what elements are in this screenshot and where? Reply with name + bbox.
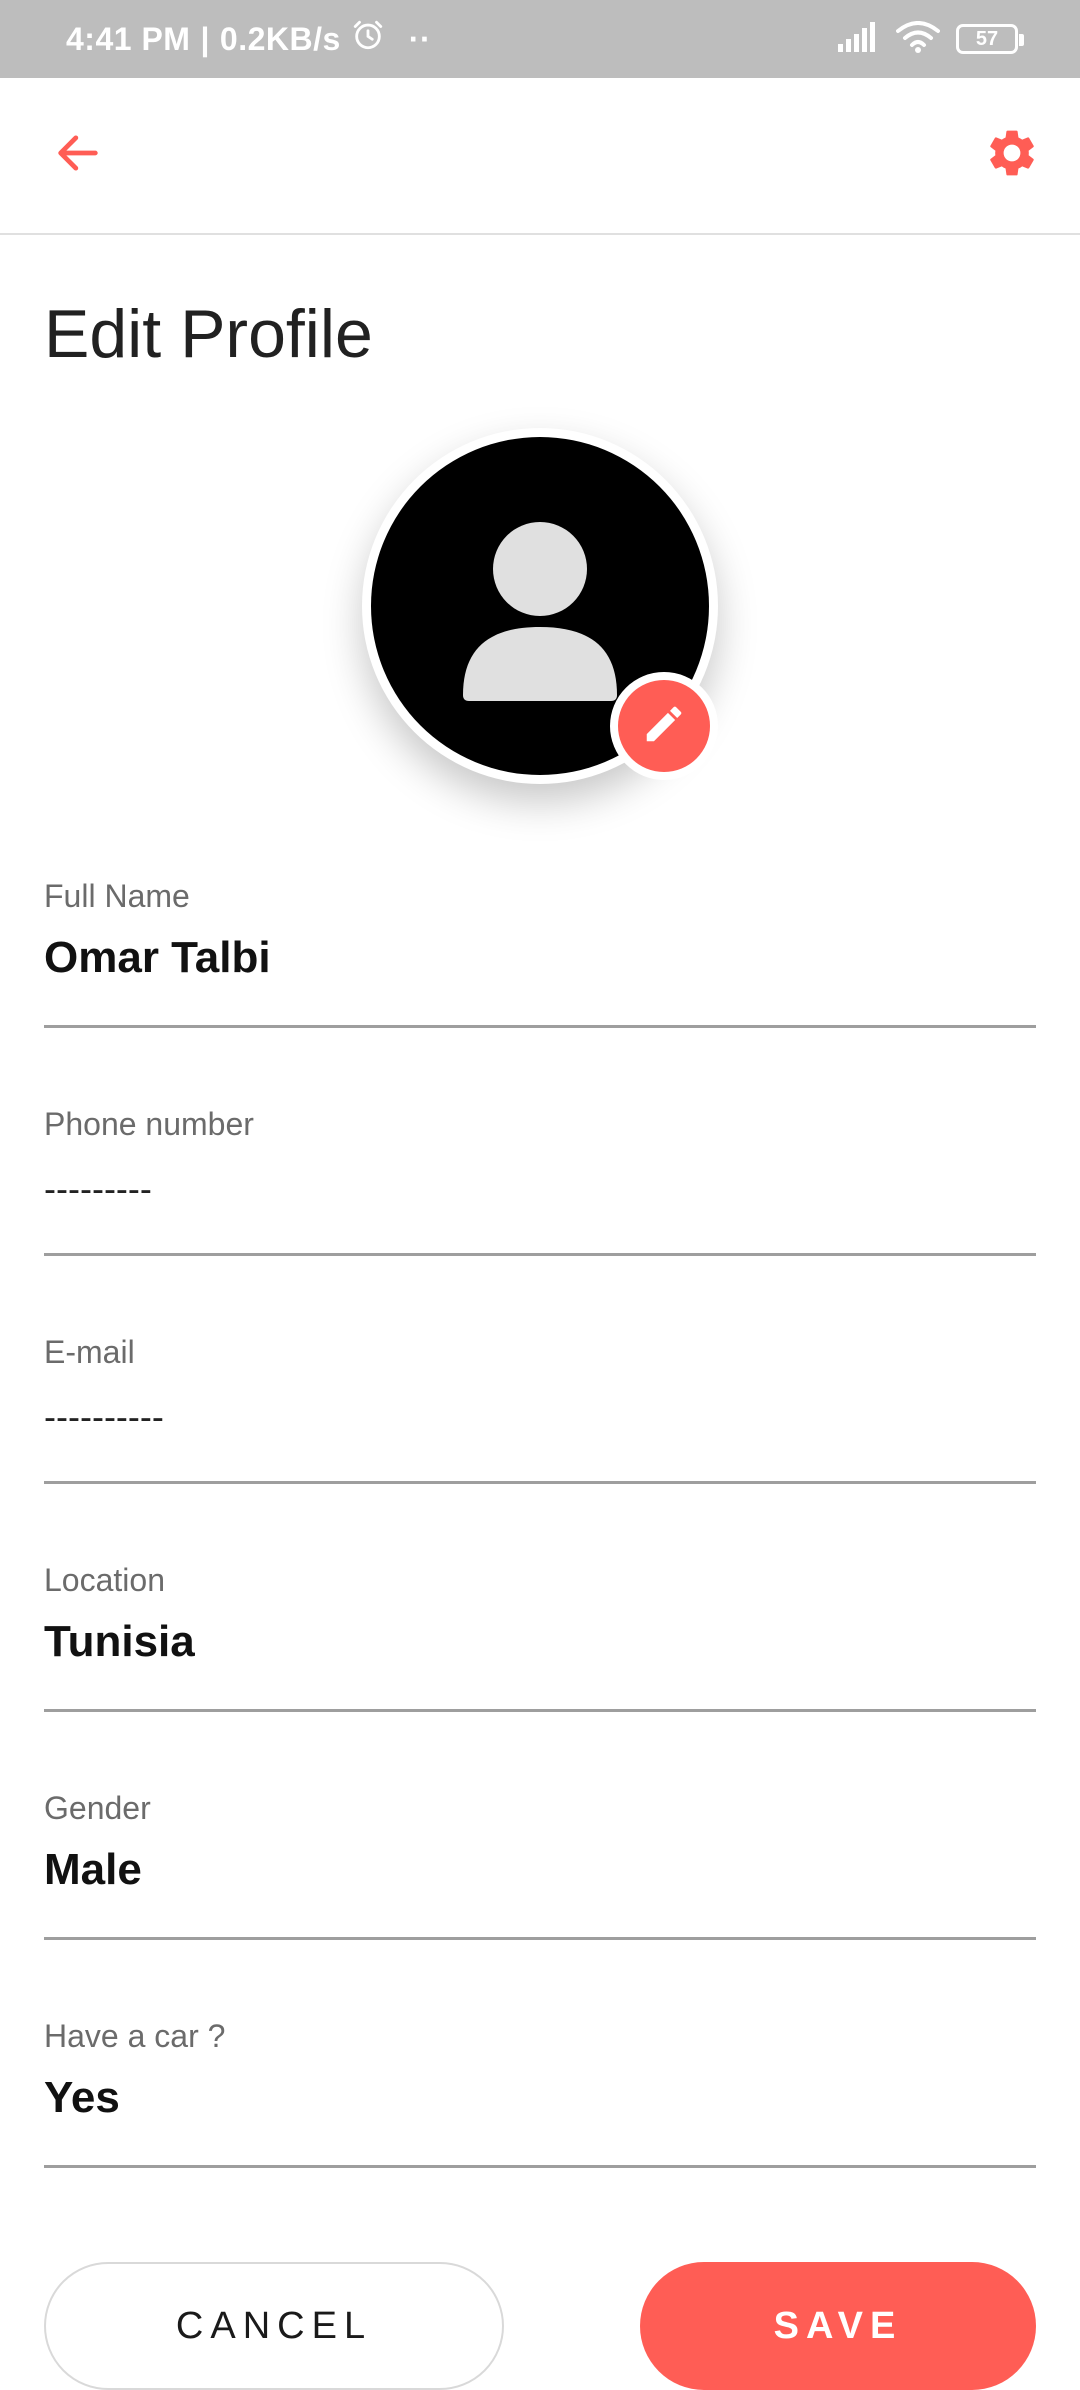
location-field[interactable]: Location Tunisia: [44, 1562, 1036, 1712]
full-name-label: Full Name: [44, 878, 190, 914]
have-car-label: Have a car ?: [44, 2018, 226, 2054]
battery-level: 57: [975, 27, 999, 50]
status-network-speed: 0.2KB/s: [219, 20, 341, 57]
arrow-back-icon: [52, 127, 104, 184]
signal-icon: [838, 21, 880, 57]
phone-number-label: Phone number: [44, 1106, 254, 1142]
location-label: Location: [44, 1562, 165, 1598]
full-name-value: Omar Talbi: [44, 933, 271, 982]
alarm-icon: [351, 18, 385, 60]
email-label: E-mail: [44, 1334, 135, 1370]
app-bar: [0, 78, 1080, 235]
gear-icon: [984, 125, 1040, 186]
page-title: Edit Profile: [44, 296, 373, 372]
have-car-field[interactable]: Have a car ? Yes: [44, 2018, 1036, 2168]
back-button[interactable]: [40, 117, 116, 193]
settings-button[interactable]: [974, 117, 1050, 193]
cancel-button[interactable]: CANCEL: [44, 2262, 504, 2390]
gender-value: Male: [44, 1845, 142, 1894]
battery-icon: 57: [956, 24, 1024, 54]
gender-field[interactable]: Gender Male: [44, 1790, 1036, 1940]
status-separator: |: [200, 20, 210, 57]
status-more-indicator: ··: [408, 20, 432, 57]
phone-number-field[interactable]: Phone number ---------: [44, 1106, 1036, 1256]
status-left: 4:41 PM | 0.2KB/s ··: [66, 0, 431, 78]
phone-number-value: ---------: [44, 1168, 152, 1209]
edit-photo-button[interactable]: [610, 672, 718, 780]
wifi-icon: [896, 20, 940, 58]
pencil-icon: [641, 701, 687, 752]
have-car-value: Yes: [44, 2073, 120, 2122]
full-name-field[interactable]: Full Name Omar Talbi: [44, 878, 1036, 1028]
edit-photo-button-fill: [618, 680, 710, 772]
email-value: ----------: [44, 1396, 164, 1437]
status-bar: 4:41 PM | 0.2KB/s ·· 57: [0, 0, 1080, 78]
status-right: 57: [838, 0, 1024, 78]
location-value: Tunisia: [44, 1617, 195, 1666]
email-field[interactable]: E-mail ----------: [44, 1334, 1036, 1484]
save-button[interactable]: SAVE: [640, 2262, 1036, 2390]
gender-label: Gender: [44, 1790, 151, 1826]
status-time: 4:41 PM: [66, 20, 191, 57]
